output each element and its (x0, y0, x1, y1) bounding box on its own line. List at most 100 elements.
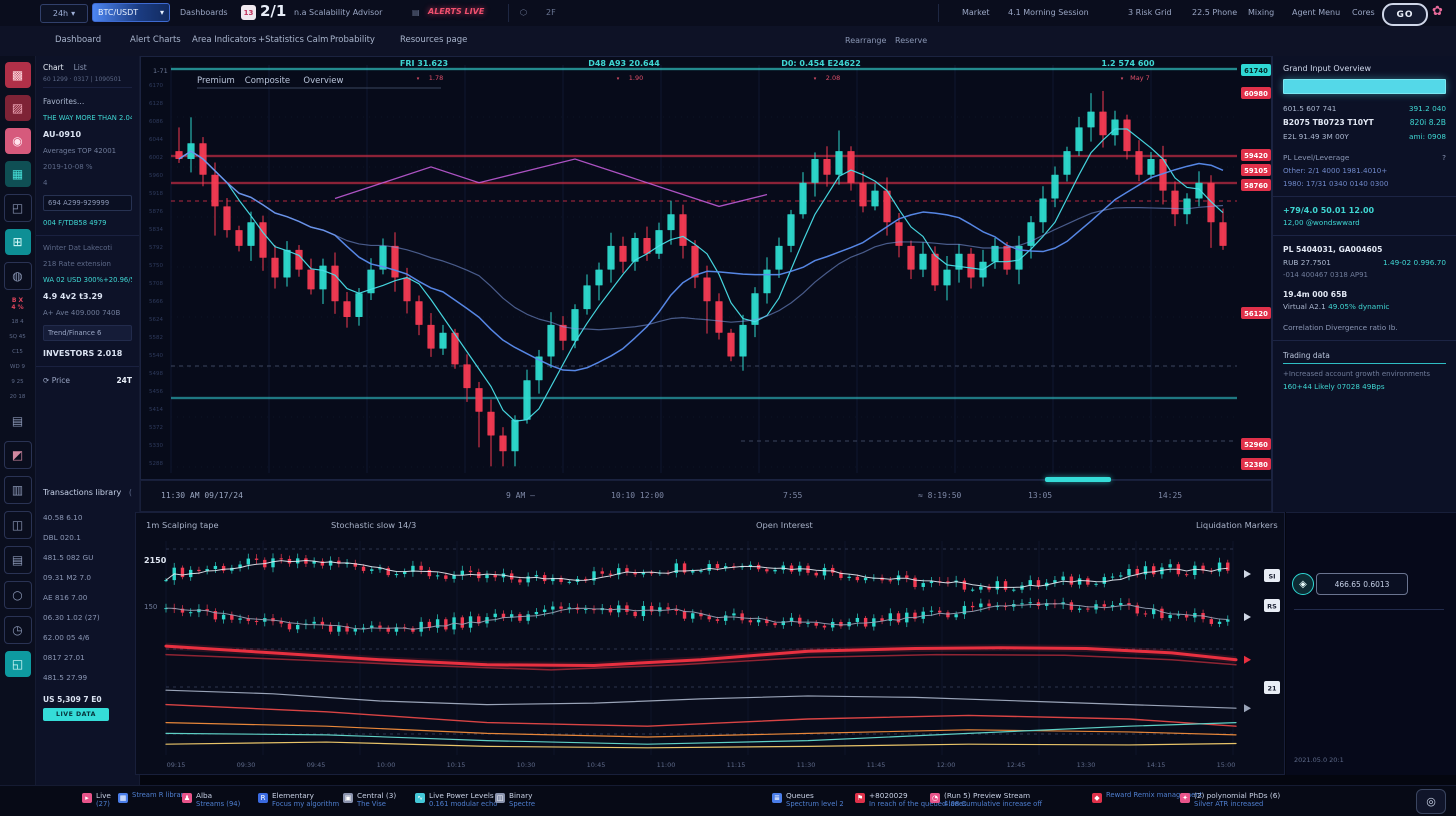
circle-icon[interactable]: ○ (4, 581, 32, 609)
status-group[interactable]: ▸Live(27) (82, 791, 111, 809)
plus-icon[interactable]: ⊞ (5, 229, 31, 255)
sidebar-button[interactable]: Trend/Finance 6 (43, 325, 132, 341)
notification-badge[interactable]: 13 (241, 5, 256, 20)
status-group[interactable]: ∿Live Power Levels0.161 modular echo (415, 791, 497, 809)
menu-item[interactable]: Resources page (400, 35, 467, 45)
status-group[interactable]: ✦(2) polynomial PhDs (6)Silver ATR incre… (1180, 791, 1280, 809)
sidebar-item[interactable]: WA 02 USD 300%+20.96/5 (43, 272, 132, 288)
panel-row[interactable]: 160+44 Likely 07028 49Bps (1283, 380, 1446, 393)
panel-row: -014 400467 0318 AP91 (1283, 269, 1446, 281)
status-line2[interactable]: Stream R library (132, 791, 188, 800)
status-line2[interactable]: Focus my algorithm (272, 800, 339, 809)
topbar-menu-item[interactable]: 22.5 Phone (1192, 8, 1237, 17)
sidebar-tab[interactable]: Chart (43, 63, 64, 72)
panel-row: +79/4.0 50.01 12.00 (1283, 203, 1446, 216)
grid-icon[interactable]: ▩ (5, 62, 31, 88)
location-pin-icon[interactable]: ◈ (1292, 573, 1314, 595)
target-icon[interactable]: ◍ (4, 262, 32, 290)
status-group[interactable]: ◔(Run 5) Preview Stream4:08 Cumulative i… (930, 791, 1042, 809)
status-line2[interactable]: Silver ATR increased (1194, 800, 1280, 809)
stat-row[interactable]: 06.30 1.02 (27) (43, 607, 132, 627)
topbar-mini-icon[interactable]: 2F (546, 8, 556, 17)
doc-icon[interactable]: ▤ (5, 408, 31, 434)
list-icon[interactable]: ▥ (4, 476, 32, 504)
rows-icon[interactable]: ▤ (4, 546, 32, 574)
topbar-mini-icon[interactable]: ⬡ (520, 8, 527, 17)
menu-item[interactable]: Rearrange (845, 36, 886, 45)
status-group[interactable]: RElementaryFocus my algorithm (258, 791, 339, 809)
wallet-icon[interactable]: ◱ (5, 651, 31, 677)
stat-row[interactable]: 09.31 M2 7.0 (43, 567, 132, 587)
stat-row[interactable]: DBL 020.1 (43, 527, 132, 547)
timeframe-box[interactable]: 24h ▾ (40, 4, 88, 23)
camera-icon[interactable]: ◉ (5, 128, 31, 154)
pane-title[interactable]: Open Interest (756, 520, 813, 530)
columns-icon[interactable]: ◫ (4, 511, 32, 539)
avatar[interactable]: ✿ (1432, 4, 1443, 19)
chart-scrollbar-handle[interactable] (1045, 477, 1111, 482)
menu-item[interactable]: Area Indicators (192, 35, 256, 45)
tool-icon[interactable]: ▤ (412, 8, 420, 17)
topbar-menu-item[interactable]: 3 Risk Grid (1128, 8, 1172, 17)
flower-icon[interactable]: ◩ (4, 441, 32, 469)
sidebar-item[interactable]: 004 F/TDB58 4979 (43, 215, 132, 231)
alert-status[interactable]: ALERTS LIVE (428, 7, 484, 16)
record-badge[interactable]: ◎ (1416, 789, 1446, 814)
status-line2[interactable]: Spectre (509, 800, 535, 809)
stat-row[interactable]: 481.5 27.99 (43, 667, 132, 687)
chart-icon[interactable]: ▦ (5, 161, 31, 187)
status-group[interactable]: ▦Stream R library (118, 791, 188, 803)
main-candlestick-chart[interactable]: 6170612860866044600259605918587658345792… (140, 56, 1272, 480)
topbar-menu-item[interactable]: Agent Menu (1292, 8, 1340, 17)
status-line2[interactable]: Streams (94) (196, 800, 240, 809)
panel-row[interactable]: 12,00 @wondswward (1283, 216, 1446, 229)
advisor-label[interactable]: n.a Scalability Advisor (294, 8, 382, 17)
coordinates-pill-button[interactable]: 466.65 0.6013 (1316, 573, 1408, 595)
status-line2[interactable]: Spectrum level 2 (786, 800, 844, 809)
price-input[interactable] (1283, 79, 1446, 94)
sidebar-item[interactable]: THE WAY MORE THAN 2.041 (43, 110, 132, 126)
live-data-button[interactable]: LIVE DATA (43, 708, 109, 721)
svg-text:61740: 61740 (1244, 67, 1268, 75)
status-line2[interactable]: 0.161 modular echo (429, 800, 497, 809)
layers-icon[interactable]: ▨ (5, 95, 31, 121)
frame-icon[interactable]: ◰ (4, 194, 32, 222)
menu-item[interactable]: Probability (330, 35, 375, 45)
alert-text-tile[interactable]: B X4 % (11, 297, 23, 311)
pane-title[interactable]: Stochastic slow 14/3 (331, 520, 416, 530)
indicator-panel[interactable]: 1m Scalping tape Stochastic slow 14/3 Open… (135, 512, 1285, 775)
stat-row[interactable]: 62.00 05 4/6 (43, 627, 132, 647)
time-axis-bar[interactable]: 11:30 AM 09/17/249 AM —10:10 12:007:55≈ … (140, 480, 1272, 512)
status-group[interactable]: ♟AlbaStreams (94) (182, 791, 240, 809)
topbar-menu-item[interactable]: Cores (1352, 8, 1375, 17)
stat-row[interactable]: 40.58 6.10 (43, 507, 132, 527)
sidebar-tabs[interactable]: Chart List (43, 61, 132, 76)
price-row[interactable]: ⟳ Price 24T (43, 371, 132, 385)
topbar-menu-item[interactable]: Market (962, 8, 990, 17)
pane-title[interactable]: Liquidation Markers (1196, 520, 1278, 530)
sidebar-tab[interactable]: List (74, 63, 87, 72)
menu-item[interactable]: Reserve (895, 36, 927, 45)
topbar-menu-item[interactable]: 4.1 Morning Session (1008, 8, 1089, 17)
sidebar-field[interactable]: 694 A299-929999 (43, 195, 132, 211)
status-group[interactable]: ◫BinarySpectre (495, 791, 535, 809)
clock-icon[interactable]: ◷ (4, 616, 32, 644)
go-button[interactable]: GO (1382, 3, 1428, 26)
sidebar-item[interactable]: Favorites… (43, 93, 132, 110)
menu-item[interactable]: +Statistics Calm (258, 35, 328, 45)
stat-row[interactable]: 481.5 082 GU (43, 547, 132, 567)
svg-text:1-71: 1-71 (153, 67, 168, 75)
status-group[interactable]: ▣Central (3)The Vise (343, 791, 396, 809)
stat-row[interactable]: 0817 27.01 (43, 647, 132, 667)
status-line2[interactable]: (27) (96, 800, 111, 809)
status-line2[interactable]: The Vise (357, 800, 396, 809)
stat-row[interactable]: AE 816 7.00 (43, 587, 132, 607)
status-line2[interactable]: 4:08 Cumulative increase off (944, 800, 1042, 809)
menu-item[interactable]: Alert Charts (130, 35, 181, 45)
menu-item[interactable]: Dashboard (55, 35, 101, 45)
dashboards-link[interactable]: Dashboards (180, 8, 228, 17)
symbol-select[interactable]: BTC/USDT ▾ (92, 3, 170, 22)
pane-title[interactable]: 1m Scalping tape (146, 520, 219, 530)
topbar-menu-item[interactable]: Mixing (1248, 8, 1274, 17)
status-group[interactable]: ≣QueuesSpectrum level 2 (772, 791, 844, 809)
